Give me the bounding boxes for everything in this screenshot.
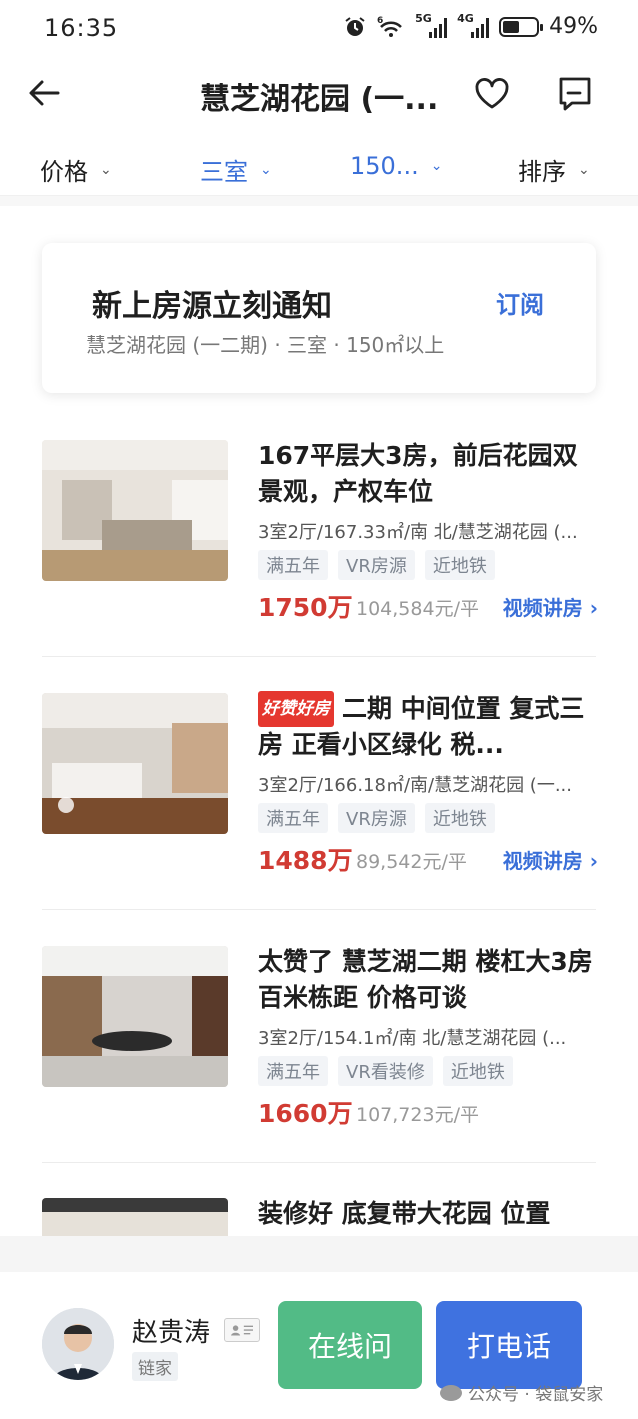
message-icon[interactable]	[556, 74, 594, 114]
listing-photo[interactable]	[42, 693, 228, 834]
tag-label: 近地铁	[424, 550, 495, 580]
price-row: 1750万 104,584元/平 视频讲房 ›	[258, 588, 598, 624]
online-chat-button[interactable]: 在线问	[278, 1301, 422, 1389]
status-time: 16:35	[44, 14, 119, 42]
tag-label: VR房源	[338, 550, 415, 580]
listing-meta: 3室2厅/154.1㎡/南 北/慧芝湖花园 (...	[258, 1028, 567, 1049]
listing-title: 好赞好房 二期 中间位置 复式三房 正看小区绿化 税...	[258, 691, 594, 763]
listing-tags: 满五年 VR房源 近地铁	[258, 803, 495, 833]
listing-card[interactable]: 太赞了 慧芝湖二期 楼杠大3房 百米栋距 价格可谈 3室2厅/154.1㎡/南 …	[42, 946, 596, 1136]
listing-title: 167平层大3房，前后花园双景观，产权车位	[258, 441, 578, 506]
tag-label: VR看装修	[338, 1056, 433, 1086]
tag-label: 近地铁	[424, 803, 495, 833]
filter-bar: 价格 ⌄ 三室 ⌄ 150... ⌄ 排序 ⌄	[0, 140, 638, 196]
wifi-icon: 6	[377, 16, 402, 37]
signal-4g-label: 4G	[457, 11, 474, 25]
listing-unit-price: 104,584元/平	[356, 598, 479, 620]
listing-card[interactable]: 装修好 底复带大花园 位置	[42, 1198, 596, 1238]
listing-divider	[42, 909, 596, 910]
battery-percent: 49%	[549, 14, 598, 39]
signal-5g-icon: 5G	[415, 12, 448, 38]
filter-sort[interactable]: 排序 ⌄	[518, 152, 590, 187]
watermark-text: 公众号 · 袋鼠安家	[468, 1385, 604, 1405]
subscribe-title: 新上房源立刻通知	[92, 289, 332, 324]
listing-photo[interactable]	[42, 1198, 228, 1238]
tag-label: 满五年	[258, 1056, 328, 1086]
subscribe-description: 慧芝湖花园 (一二期) · 三室 · 150㎡以上	[86, 333, 445, 357]
bottom-divider	[0, 1236, 638, 1276]
listing-divider	[42, 1162, 596, 1163]
tag-label: 近地铁	[442, 1056, 513, 1086]
chevron-down-icon: ⌄	[260, 161, 272, 178]
filter-sort-label: 排序	[518, 158, 566, 186]
price-row: 1660万 107,723元/平	[258, 1094, 598, 1130]
page-title: 慧芝湖花园 (一...	[200, 82, 439, 117]
chevron-down-icon: ⌄	[578, 161, 590, 178]
filter-area-label: 150...	[350, 152, 419, 180]
chevron-down-icon: ⌄	[430, 158, 443, 174]
tag-label: 满五年	[258, 803, 328, 833]
listing-price: 1750万	[258, 593, 353, 622]
signal-5g-label: 5G	[415, 11, 432, 25]
filter-area[interactable]: 150... ⌄	[350, 152, 442, 180]
back-arrow-icon[interactable]	[24, 72, 66, 114]
price-row: 1488万 89,542元/平 视频讲房 ›	[258, 841, 598, 877]
nav-bar: 慧芝湖花园 (一...	[0, 60, 638, 130]
status-icons: 6 5G 4G 49%	[343, 12, 598, 39]
listing-card[interactable]: 167平层大3房，前后花园双景观，产权车位 3室2厅/167.33㎡/南 北/慧…	[42, 440, 598, 630]
chevron-down-icon: ⌄	[100, 161, 112, 178]
listing-title: 装修好 底复带大花园 位置	[258, 1199, 551, 1228]
listing-meta: 3室2厅/166.18㎡/南/慧芝湖花园 (一...	[258, 775, 572, 796]
listing-meta: 3室2厅/167.33㎡/南 北/慧芝湖花园 (...	[258, 522, 578, 543]
agent-avatar[interactable]	[42, 1308, 114, 1380]
tag-label: VR房源	[338, 803, 415, 833]
listing-photo[interactable]	[42, 946, 228, 1087]
filter-rooms-label: 三室	[200, 158, 248, 186]
listing-photo[interactable]	[42, 440, 228, 581]
signal-4g-icon: 4G	[457, 12, 490, 38]
subscribe-button[interactable]: 订阅	[496, 285, 544, 320]
subscribe-card: 新上房源立刻通知 订阅 慧芝湖花园 (一二期) · 三室 · 150㎡以上	[42, 243, 596, 393]
listing-title: 太赞了 慧芝湖二期 楼杠大3房 百米栋距 价格可谈	[258, 947, 593, 1012]
listing-tags: 满五年 VR看装修 近地铁	[258, 1056, 513, 1086]
listing-tags: 满五年 VR房源 近地铁	[258, 550, 495, 580]
video-tour-link[interactable]: 视频讲房 ›	[503, 592, 598, 621]
listing-price: 1660万	[258, 1099, 353, 1128]
video-tour-link[interactable]: 视频讲房 ›	[503, 845, 598, 874]
filter-rooms[interactable]: 三室 ⌄	[200, 152, 272, 187]
listing-price: 1488万	[258, 846, 353, 875]
battery-fill	[503, 20, 519, 33]
agency-badge: 链家	[132, 1352, 178, 1381]
agent-name: 赵贵涛	[132, 1318, 211, 1348]
listing-card[interactable]: 好赞好房 二期 中间位置 复式三房 正看小区绿化 税... 3室2厅/166.18…	[42, 691, 598, 883]
tag-label: 满五年	[258, 550, 328, 580]
watermark: 公众号 · 袋鼠安家	[440, 1380, 603, 1405]
listing-unit-price: 89,542元/平	[356, 851, 467, 873]
filter-price-label: 价格	[40, 158, 88, 186]
listing-unit-price: 107,723元/平	[356, 1104, 479, 1126]
call-button[interactable]: 打电话	[436, 1301, 582, 1389]
bottom-bar: 赵贵涛 链家 在线问 打电话 公众号 · 袋鼠安家	[0, 1272, 638, 1419]
divider-strip	[0, 196, 638, 206]
alarm-icon	[345, 16, 365, 36]
battery-icon	[499, 16, 544, 37]
badge-good-house: 好赞好房	[258, 691, 334, 727]
wechat-icon	[440, 1384, 462, 1401]
heart-icon[interactable]	[472, 74, 512, 114]
id-card-icon[interactable]	[224, 1318, 260, 1342]
listing-divider	[42, 656, 596, 657]
status-bar: 16:35 6 5G 4G 49%	[0, 0, 638, 60]
filter-price[interactable]: 价格 ⌄	[40, 152, 112, 187]
